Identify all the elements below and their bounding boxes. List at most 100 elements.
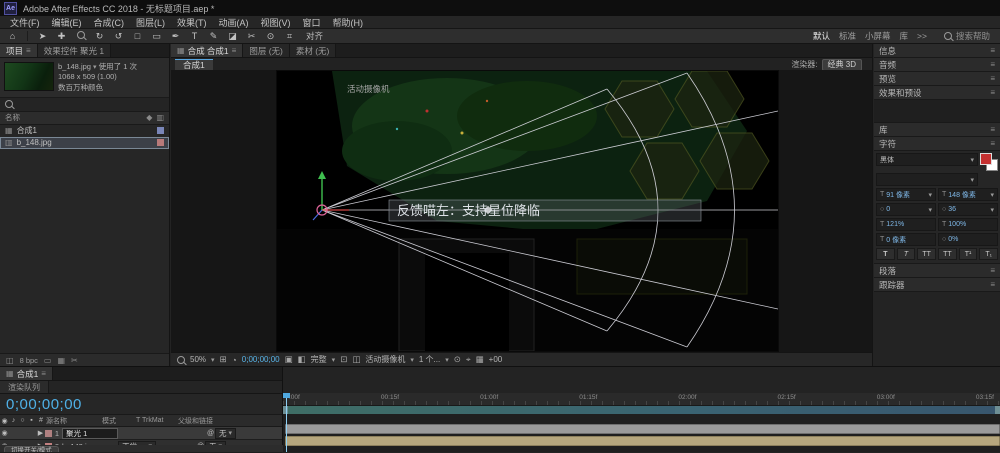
panel-libraries[interactable]: 库 ≡ [874, 123, 1000, 137]
chevron-down-icon[interactable]: ▾ [445, 356, 449, 364]
comp-subtab[interactable]: 合成1 [175, 58, 213, 71]
fill-stroke-swatches[interactable] [980, 153, 998, 171]
font-family-select[interactable]: 黑体 ▾ [876, 153, 978, 166]
menu-edit[interactable]: 编辑(E) [46, 16, 88, 29]
zoom-level[interactable]: 50% [190, 355, 206, 364]
source-name-column[interactable]: 源名称 [46, 416, 102, 426]
leading-field[interactable]: T 148 像素 ▾ [938, 188, 998, 201]
current-timecode[interactable]: 0;00;00;00 [0, 394, 282, 414]
parent-select[interactable]: 无 ▾ [215, 427, 237, 439]
panel-menu-icon[interactable]: ≡ [990, 139, 995, 148]
new-comp-icon[interactable]: ▦ [57, 356, 65, 365]
snap-toggle[interactable]: 对齐 [306, 30, 323, 42]
pickwhip-icon[interactable]: @ [206, 430, 215, 437]
chevron-down-icon[interactable]: ▾ [211, 356, 215, 364]
menu-animation[interactable]: 动画(A) [213, 16, 255, 29]
interpret-footage-icon[interactable]: ◫ [6, 356, 14, 365]
panel-menu-icon[interactable]: ≡ [990, 46, 995, 55]
selection-tool-icon[interactable]: ➤ [36, 31, 49, 42]
text-layer-content[interactable]: 反馈喵左：支持星位降临 [397, 203, 540, 218]
twirl-icon[interactable]: ▶ [36, 429, 45, 437]
mode-column[interactable]: 模式 [102, 416, 136, 426]
view-layout-select[interactable]: 1 个... [419, 354, 440, 365]
workspace-standard[interactable]: 标准 [839, 30, 856, 42]
panel-menu-icon[interactable]: ≡ [990, 266, 995, 275]
audio-column-icon[interactable]: ♪ [9, 417, 18, 424]
panel-preview[interactable]: 预览 ≡ [874, 72, 1000, 86]
pan-behind-tool-icon[interactable]: □ [131, 31, 144, 41]
eraser-tool-icon[interactable]: ✂ [245, 31, 258, 42]
workspace-default[interactable]: 默认 [813, 30, 830, 42]
menu-layer[interactable]: 图层(L) [130, 16, 171, 29]
label-chip[interactable] [157, 127, 164, 135]
help-search[interactable]: 搜索帮助 [943, 30, 990, 42]
mask-visibility-icon[interactable]: ◔ [232, 355, 237, 365]
font-style-select[interactable]: ▾ [876, 173, 978, 186]
tab-composition[interactable]: ▦ 合成 合成1 ≡ [171, 44, 244, 57]
project-bit-depth[interactable]: 8 bpc [20, 356, 38, 365]
brush-tool-icon[interactable]: ✎ [207, 31, 220, 42]
trkmat-column[interactable]: T TrkMat [136, 417, 178, 424]
channels-icon[interactable]: ◧ [298, 354, 306, 365]
menu-effect[interactable]: 效果(T) [171, 16, 213, 29]
layer-name-field[interactable]: 聚光 1 [62, 427, 118, 439]
transparency-grid-icon[interactable]: ◫ [352, 354, 360, 365]
project-item-footage[interactable]: ▥ b_148.jpg [0, 136, 169, 149]
panel-menu-icon[interactable]: ≡ [990, 125, 995, 134]
eye-icon[interactable]: ◉ [0, 429, 9, 437]
view-select[interactable]: 活动摄像机 [365, 354, 405, 365]
menu-composition[interactable]: 合成(C) [88, 16, 131, 29]
panel-audio[interactable]: 音频 ≡ [874, 58, 1000, 72]
fill-color-swatch[interactable] [980, 153, 992, 165]
tab-effect-controls[interactable]: 效果控件 聚光 1 [37, 44, 112, 57]
delete-icon[interactable]: ✂ [71, 356, 78, 365]
timeline-button-icon[interactable]: ▦ [476, 354, 484, 365]
solo-column-icon[interactable]: ○ [18, 417, 27, 424]
superscript-button[interactable]: T¹ [958, 248, 978, 260]
tsume-field[interactable]: ○ 0% [938, 233, 998, 246]
project-item-comp[interactable]: ▦ 合成1 [0, 125, 169, 137]
shape-tool-icon[interactable]: ▭ [150, 31, 163, 42]
panel-menu-icon[interactable]: ≡ [990, 60, 995, 69]
tab-project[interactable]: 项目 ≡ [0, 44, 38, 57]
exposure-value[interactable]: +00 [489, 355, 503, 364]
project-list-header[interactable]: 名称 ◆ ▥ [0, 111, 169, 125]
menu-view[interactable]: 视图(V) [255, 16, 297, 29]
snapshot-icon[interactable]: ▣ [285, 354, 293, 365]
panel-character[interactable]: 字符 ≡ [874, 137, 1000, 151]
kerning-field[interactable]: ○ 0 ▾ [876, 203, 936, 216]
project-search[interactable] [0, 97, 169, 112]
all-caps-button[interactable]: TT [917, 248, 937, 260]
layer-duration-bar-1[interactable] [285, 424, 1000, 434]
chevron-down-icon[interactable]: ▾ [332, 356, 336, 364]
panel-paragraph[interactable]: 段落 ≡ [874, 264, 1000, 278]
pixel-aspect-icon[interactable]: ⊙ [454, 354, 461, 365]
panel-menu-icon[interactable]: ≡ [990, 74, 995, 83]
panel-effects-presets[interactable]: 效果和预设 ≡ [874, 86, 1000, 100]
menu-window[interactable]: 窗口 [297, 16, 327, 29]
tracking-field[interactable]: ○ 36 ▾ [938, 203, 998, 216]
pen-tool-icon[interactable]: ✒ [169, 31, 182, 42]
toggle-switches-modes-button[interactable]: 切换开关/模式 [4, 446, 59, 452]
clone-stamp-tool-icon[interactable]: ◪ [226, 31, 239, 42]
home-icon[interactable]: ⌂ [6, 31, 19, 41]
subscript-button[interactable]: T₁ [979, 248, 999, 260]
label-chip[interactable] [157, 139, 164, 147]
menu-file[interactable]: 文件(F) [4, 16, 46, 29]
viewer-timecode[interactable]: 0;00;00;00 [242, 355, 280, 364]
zoom-tool-icon[interactable] [74, 31, 87, 41]
font-size-field[interactable]: T 91 像素 ▾ [876, 188, 936, 201]
panel-menu-icon[interactable]: ≡ [26, 46, 31, 55]
timeline-tab-comp[interactable]: ▦ 合成1 ≡ [0, 367, 53, 380]
tab-layer-viewer[interactable]: 图层 (无) [243, 44, 290, 57]
tab-footage-viewer[interactable]: 素材 (无) [289, 44, 337, 57]
rotation-tool-icon[interactable]: ↺ [112, 31, 125, 42]
panel-menu-icon[interactable]: ≡ [990, 88, 995, 97]
time-ruler[interactable]: :00f 00:15f 01:00f 01:15f 02:00f 02:15f … [283, 393, 1000, 406]
new-folder-icon[interactable]: ▭ [44, 356, 52, 365]
parent-column[interactable]: 父级和链接 [178, 416, 213, 426]
region-of-interest-icon[interactable]: ⊡ [340, 354, 347, 365]
panel-menu-icon[interactable]: ≡ [990, 280, 995, 289]
menu-help[interactable]: 帮助(H) [327, 16, 370, 29]
panel-info[interactable]: 信息 ≡ [874, 44, 1000, 58]
